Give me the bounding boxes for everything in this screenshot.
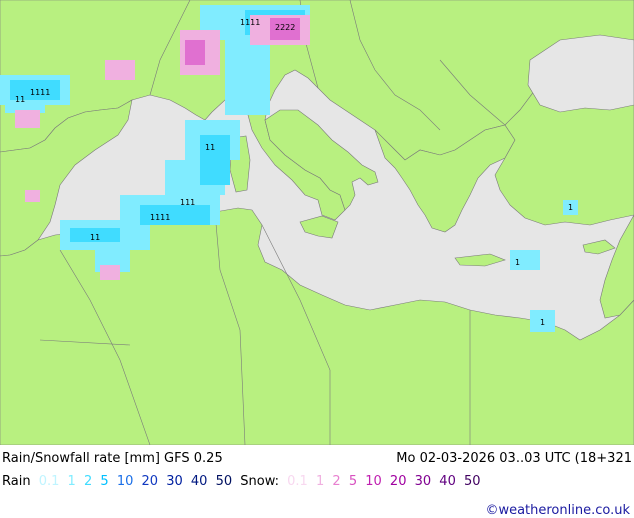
svg-text:111: 111	[180, 198, 195, 207]
snow-legend-value: 40	[439, 474, 456, 489]
rain-legend-value: 1	[67, 474, 76, 489]
rain-legend-value: 40	[190, 474, 208, 489]
rain-legend-value: 20	[141, 474, 159, 489]
precipitation-map: 1111 11 1111 2222 11 111 1111 11 111	[0, 0, 634, 446]
snow-legend-value: 0.1	[287, 474, 308, 489]
snow-legend-value: 2	[332, 474, 341, 489]
rain-legend-value: 2	[83, 474, 93, 489]
rain-legend-value: 50	[215, 474, 233, 489]
snow-legend-value: 5	[348, 474, 358, 489]
snow-legend-value: 1	[315, 474, 325, 489]
svg-text:1: 1	[515, 258, 520, 267]
snow-legend-value: 20	[389, 474, 407, 489]
svg-text:1111: 1111	[240, 18, 260, 27]
credit-link[interactable]: ©weatheronline.co.uk	[485, 503, 630, 518]
rain-legend: 0.1 1 2 5 10 20 30 40 50	[39, 474, 241, 489]
svg-text:11: 11	[15, 95, 25, 104]
snow-legend-value: 50	[463, 474, 481, 489]
snow-legend-value: 10	[365, 474, 382, 489]
svg-text:2222: 2222	[275, 23, 295, 32]
svg-text:11: 11	[205, 143, 215, 152]
svg-text:1: 1	[568, 203, 573, 212]
legend-line: Rain 0.1 1 2 5 10 20 30 40 50 Snow: 0.1 …	[2, 474, 632, 518]
snow-legend-value: 30	[414, 474, 432, 489]
snow-legend: 0.1 1 2 5 10 20 30 40 50	[287, 474, 484, 489]
snow-legend-label: Snow:	[240, 474, 279, 489]
map-footer: Rain/Snowfall rate [mm] GFS 0.25 Mo 02-0…	[0, 445, 634, 518]
map-title: Rain/Snowfall rate [mm] GFS 0.25	[2, 451, 223, 466]
title-line: Rain/Snowfall rate [mm] GFS 0.25 Mo 02-0…	[2, 451, 632, 466]
rain-legend-label: Rain	[2, 474, 31, 489]
rain-legend-value: 30	[166, 474, 183, 489]
svg-text:1111: 1111	[150, 213, 170, 222]
rain-legend-value: 5	[100, 474, 109, 489]
rain-legend-value: 10	[116, 474, 134, 489]
forecast-datetime: Mo 02-03-2026 03..03 UTC (18+321	[396, 451, 632, 466]
svg-text:1111: 1111	[30, 88, 50, 97]
rain-legend-value: 0.1	[38, 474, 60, 489]
svg-text:11: 11	[90, 233, 100, 242]
svg-text:1: 1	[540, 318, 545, 327]
